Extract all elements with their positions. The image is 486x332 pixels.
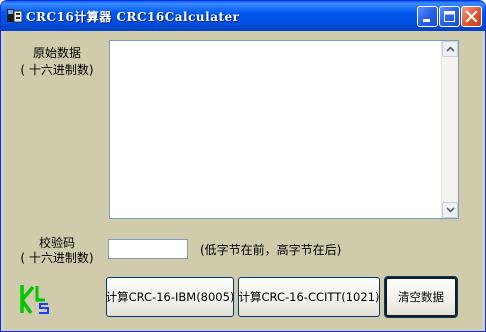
raw-data-hint: ( 十六进制数) (20, 63, 94, 77)
raw-data-textarea[interactable] (109, 40, 459, 219)
app-window: CRC16计算器 CRC16Calculater 原始数据 ( 十六进制数) 校… (0, 0, 486, 332)
vertical-scrollbar[interactable] (441, 41, 458, 218)
close-button[interactable] (461, 6, 482, 27)
minimize-button[interactable] (417, 6, 438, 27)
title-bar[interactable]: CRC16计算器 CRC16Calculater (1, 1, 485, 31)
close-icon (465, 10, 478, 23)
minimize-icon (423, 19, 430, 22)
client-area: 原始数据 ( 十六进制数) 校验码 ( 十六进制数) (低字节在前，高字节在后)… (4, 31, 482, 330)
checksum-field[interactable] (108, 239, 188, 259)
maximize-icon (444, 11, 455, 22)
byte-order-note: (低字节在前，高字节在后) (200, 243, 342, 257)
raw-data-label: 原始数据 (32, 46, 81, 60)
clear-data-button[interactable]: 清空数据 (384, 276, 458, 318)
calc-crc16-ccitt-button[interactable]: 计算CRC-16-CCITT(1021) (238, 277, 380, 317)
chevron-up-icon (446, 46, 455, 52)
calc-crc16-ibm-button[interactable]: 计算CRC-16-IBM(8005) (106, 277, 234, 317)
window-title: CRC16计算器 CRC16Calculater (26, 10, 240, 24)
ks-logo (20, 285, 49, 314)
app-icon[interactable] (7, 8, 23, 24)
maximize-button[interactable] (439, 6, 460, 27)
scroll-down-button[interactable] (442, 202, 458, 218)
checksum-hint: ( 十六进制数) (20, 251, 94, 265)
chevron-down-icon (446, 207, 455, 213)
scroll-up-button[interactable] (442, 41, 458, 57)
